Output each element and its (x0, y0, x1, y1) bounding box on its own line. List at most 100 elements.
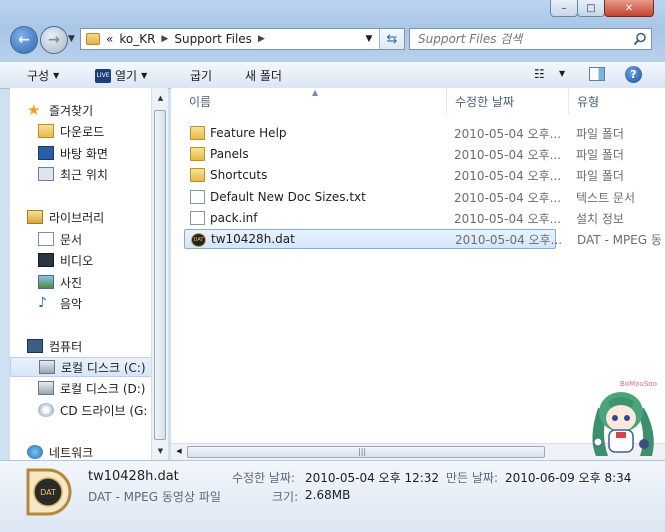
file-row[interactable]: Default New Doc Sizes.txt 2010-05-04 오후.… (184, 187, 665, 207)
column-header-type[interactable]: 유형 (569, 88, 665, 114)
scrollbar-thumb[interactable] (154, 110, 166, 440)
view-options-dropdown[interactable]: ▼ (559, 69, 565, 78)
file-type: 텍스트 문서 (576, 190, 636, 205)
nav-item-label: 다운로드 (60, 124, 105, 139)
music-icon: ♪ (38, 295, 47, 311)
breadcrumb-overflow[interactable]: « (106, 32, 113, 46)
file-type: 파일 폴더 (576, 126, 624, 141)
search-input[interactable] (410, 32, 629, 46)
refresh-button[interactable]: ⇆ (379, 29, 404, 49)
file-row-selected[interactable]: DAT tw10428h.dat 2010-05-04 오후... DAT - … (184, 229, 662, 249)
breadcrumb-support-files[interactable]: Support Files (174, 32, 252, 46)
recent-places-icon (38, 167, 54, 181)
nav-item-pictures[interactable]: 사진 (38, 272, 82, 292)
windows-live-icon: LIVE (95, 68, 111, 83)
nav-item-music[interactable]: ♪ 음악 (38, 293, 82, 313)
details-size-value: 2.68MB (305, 488, 351, 502)
minimize-button[interactable]: – (550, 0, 578, 17)
file-row[interactable]: Feature Help 2010-05-04 오후... 파일 폴더 (184, 123, 665, 143)
cd-drive-icon (38, 403, 54, 417)
file-date: 2010-05-04 오후... (454, 126, 562, 141)
preview-pane-icon[interactable] (589, 67, 605, 81)
folder-icon (190, 147, 205, 161)
file-row[interactable]: Shortcuts 2010-05-04 오후... 파일 폴더 (184, 165, 665, 185)
nav-libraries[interactable]: 라이브러리 (27, 207, 104, 227)
nav-libraries-label: 라이브러리 (49, 210, 105, 225)
nav-item-recent[interactable]: 최근 위치 (38, 164, 108, 184)
videos-icon (38, 253, 54, 267)
search-icon[interactable] (629, 32, 651, 46)
organize-menu[interactable]: 구성 ▼ (27, 67, 59, 84)
nav-item-label: 문서 (60, 232, 83, 247)
file-type: 파일 폴더 (576, 168, 624, 183)
address-bar[interactable]: « ko_KR ▶ Support Files ▶ ▼ ⇆ (80, 28, 405, 50)
documents-icon (38, 232, 54, 246)
desktop-icon (38, 146, 54, 160)
breadcrumb-ko-kr[interactable]: ko_KR (119, 32, 155, 46)
scrollbar-thumb[interactable]: ||| (187, 446, 545, 458)
open-menu[interactable]: LIVE 열기 ▼ (95, 67, 147, 84)
breadcrumb-chevron-icon[interactable]: ▶ (161, 34, 168, 44)
back-arrow-icon: ← (18, 32, 30, 48)
nav-favorites[interactable]: ★ 즐겨찾기 (27, 100, 93, 120)
details-file-name: tw10428h.dat (88, 469, 179, 484)
scroll-down-icon[interactable]: ▼ (152, 443, 169, 459)
back-button[interactable]: ← (10, 26, 38, 54)
column-header-name[interactable]: 이름 ▲ (171, 88, 447, 114)
details-created-label: 만든 날짜: (446, 471, 499, 485)
nav-item-downloads[interactable]: 다운로드 (38, 121, 104, 141)
nav-favorites-label: 즐겨찾기 (49, 103, 94, 118)
chevron-down-icon: ▼ (53, 71, 60, 80)
forward-arrow-icon: → (48, 32, 60, 48)
chevron-down-icon: ▼ (141, 71, 148, 80)
nav-item-videos[interactable]: 비디오 (38, 250, 93, 270)
breadcrumb-chevron-icon[interactable]: ▶ (258, 34, 265, 44)
nav-item-drive-d[interactable]: 로컬 디스크 (D:) (38, 378, 145, 398)
nav-item-documents[interactable]: 문서 (38, 229, 82, 249)
file-date: 2010-05-04 오후... (454, 147, 562, 162)
scroll-left-icon[interactable]: ◀ (171, 444, 187, 459)
navigation-pane: ★ 즐겨찾기 다운로드 바탕 화면 최근 위치 라이브러리 문서 비디오 사진 … (10, 88, 151, 460)
command-bar: 구성 ▼ LIVE 열기 ▼ 굽기 새 폴더 ☷ ▼ ? (0, 62, 665, 89)
downloads-folder-icon (38, 124, 54, 138)
recent-pages-dropdown[interactable]: ▼ (68, 34, 75, 44)
nav-item-drive-c[interactable]: 로컬 디스크 (C:) (10, 357, 151, 377)
file-name: Shortcuts (210, 168, 268, 182)
file-row[interactable]: Panels 2010-05-04 오후... 파일 폴더 (184, 144, 665, 164)
nav-item-desktop[interactable]: 바탕 화면 (38, 143, 108, 163)
scroll-up-icon[interactable]: ▲ (152, 90, 169, 106)
search-box[interactable] (409, 28, 652, 50)
nav-computer[interactable]: 컴퓨터 (27, 336, 82, 356)
network-icon (27, 445, 43, 459)
file-name: Feature Help (210, 126, 287, 140)
nav-network[interactable]: 네트워크 (27, 442, 93, 460)
nav-item-label: CD 드라이브 (G: (60, 403, 148, 418)
watermark-text: BoMouSoo (620, 380, 657, 388)
file-type: 파일 폴더 (576, 147, 624, 162)
new-folder-label: 새 폴더 (245, 69, 282, 83)
change-view-icon[interactable]: ☷ (534, 67, 550, 81)
maximize-button[interactable]: □ (577, 0, 605, 17)
forward-button[interactable]: → (40, 26, 68, 54)
column-header-date[interactable]: 수정한 날짜 (447, 88, 569, 114)
nav-item-cd-drive[interactable]: CD 드라이브 (G: (38, 400, 147, 420)
file-date: 2010-05-04 오후... (454, 190, 562, 205)
star-icon: ★ (27, 101, 41, 119)
file-name: Default New Doc Sizes.txt (210, 190, 366, 204)
sort-ascending-icon: ▲ (312, 88, 319, 97)
help-icon[interactable]: ? (625, 66, 642, 83)
details-size-label: 크기: (272, 490, 299, 504)
navigation-scrollbar[interactable]: ▲ ▼ (151, 88, 168, 460)
nav-network-label: 네트워크 (49, 445, 94, 460)
burn-button[interactable]: 굽기 (190, 67, 212, 84)
close-button[interactable]: ✕ (604, 0, 654, 17)
computer-icon (27, 339, 43, 353)
refresh-icon: ⇆ (386, 31, 398, 47)
folder-icon (190, 126, 205, 140)
new-folder-button[interactable]: 새 폴더 (245, 67, 282, 84)
file-row[interactable]: pack.inf 2010-05-04 오후... 설치 정보 (184, 208, 665, 228)
column-name-label: 이름 (189, 94, 212, 109)
libraries-icon (27, 210, 43, 224)
address-history-dropdown[interactable]: ▼ (359, 34, 379, 44)
organize-label: 구성 (27, 69, 50, 83)
